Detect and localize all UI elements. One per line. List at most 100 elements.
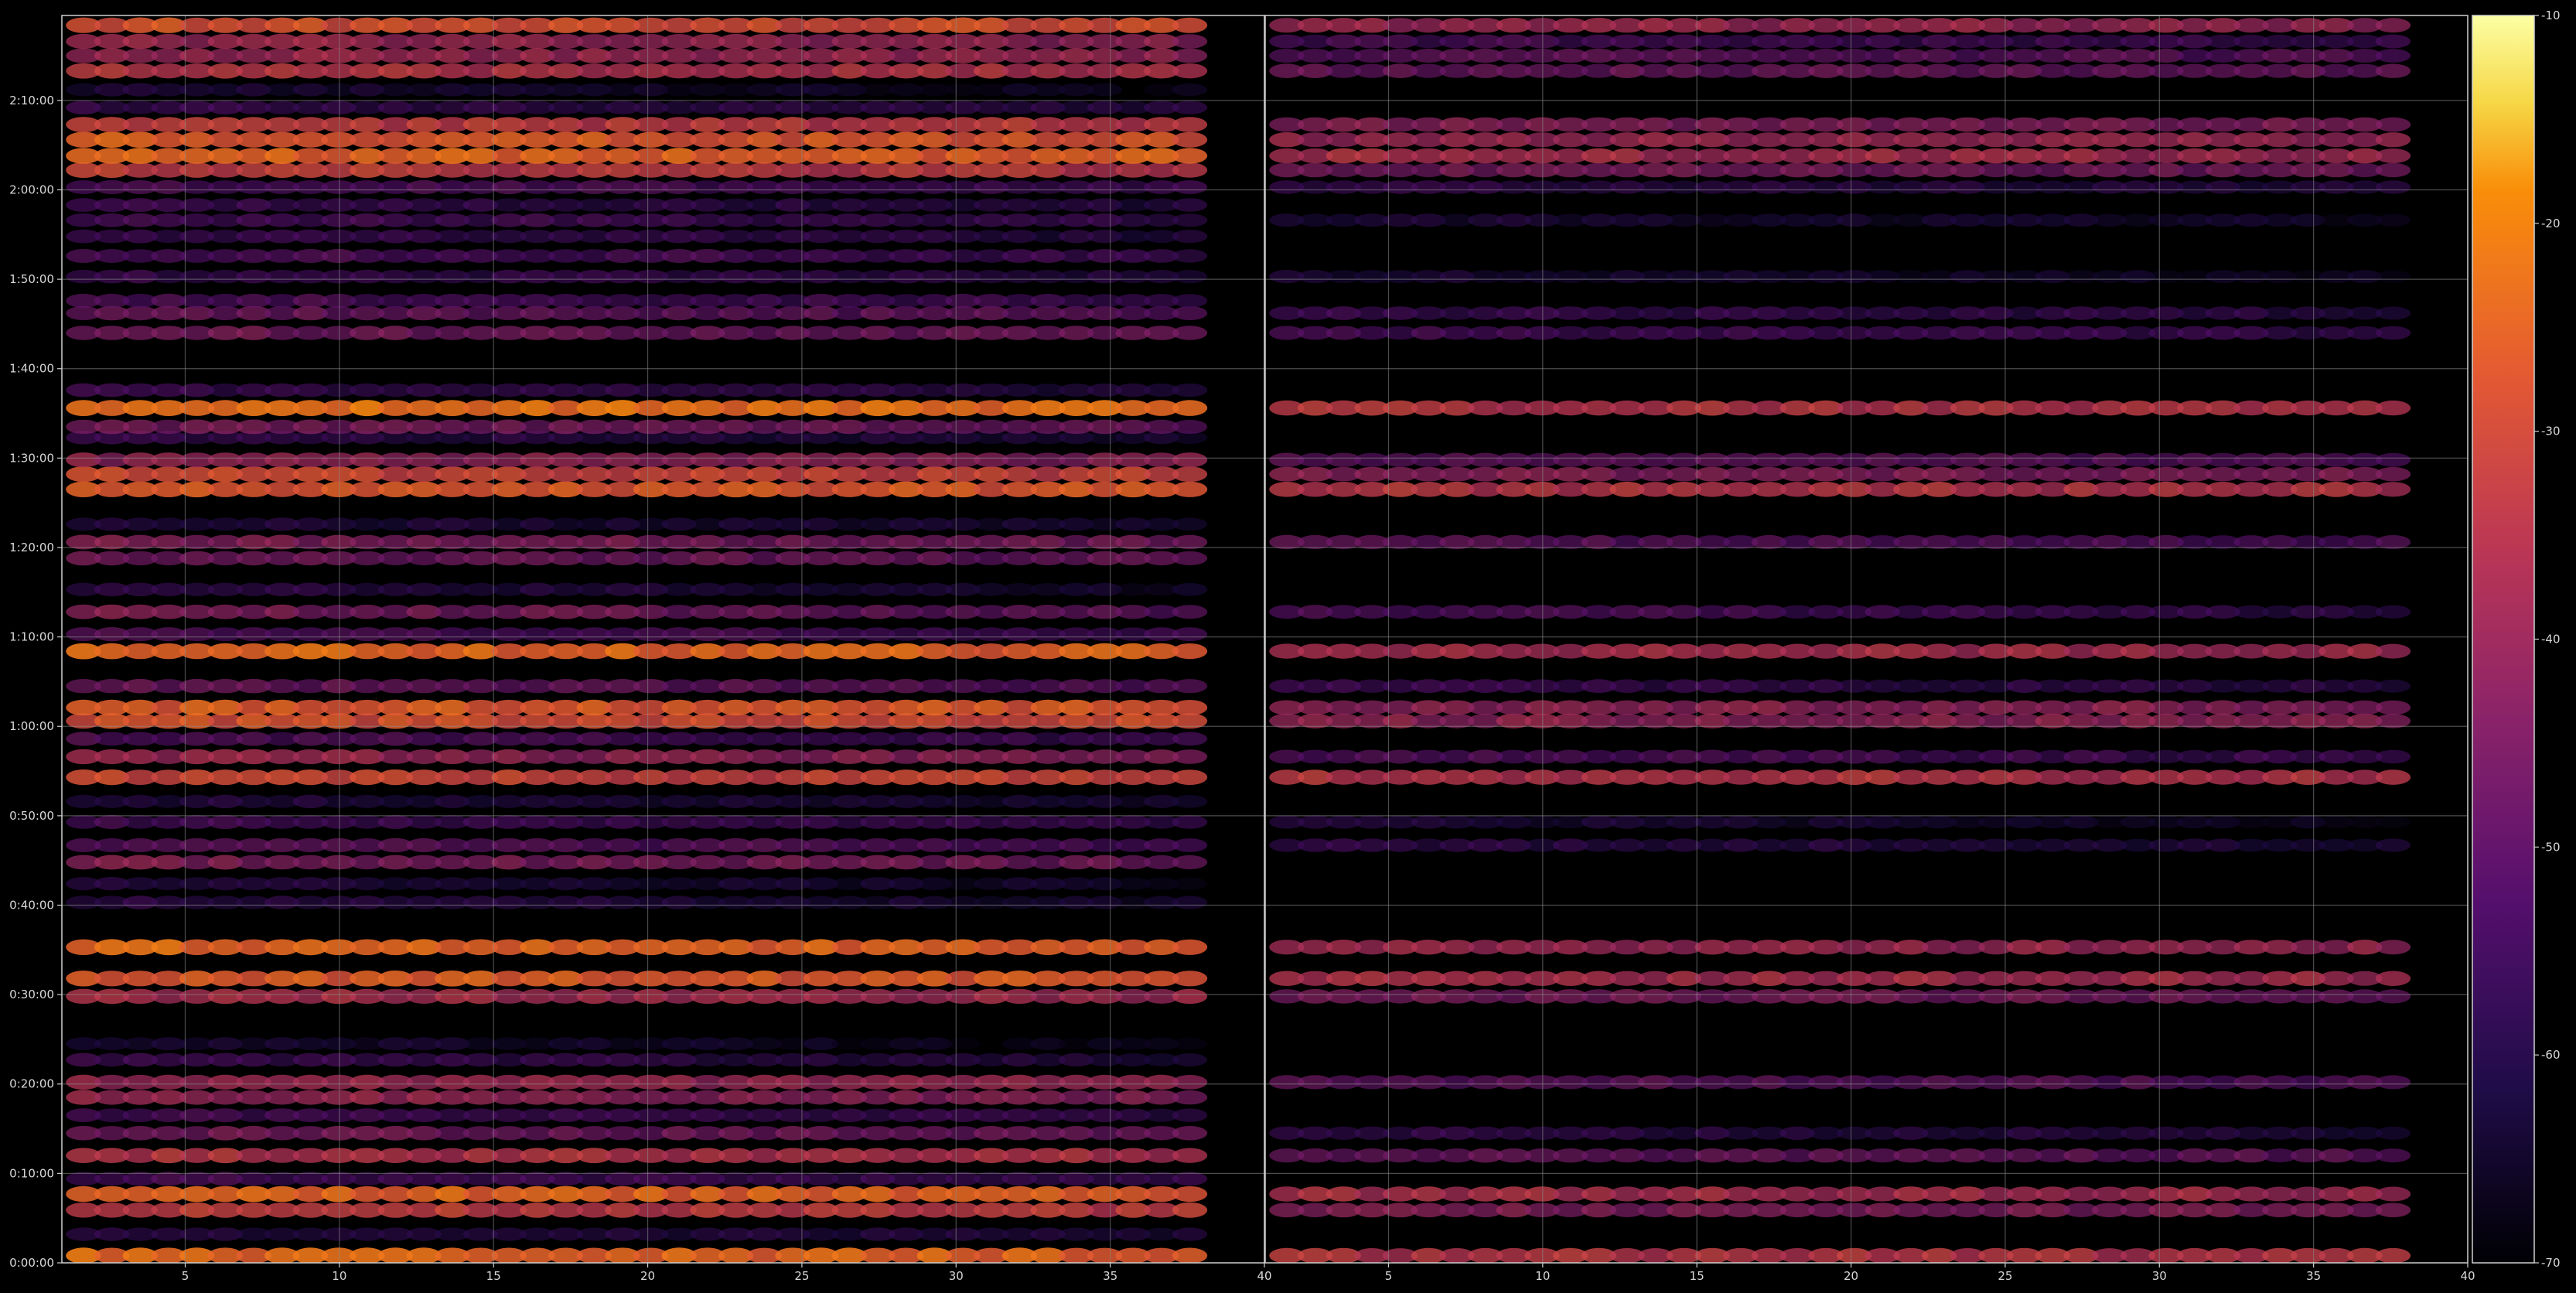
heat-cell xyxy=(1172,326,1208,340)
heat-cell xyxy=(1087,83,1123,97)
heat-cell xyxy=(1172,400,1208,416)
y-tick-label: 1:30:00 xyxy=(9,451,54,465)
heat-cell xyxy=(2375,49,2411,63)
heat-cell xyxy=(1172,1053,1208,1066)
heat-cell xyxy=(1172,627,1208,641)
x-tick-label: 40 xyxy=(2460,1269,2475,1283)
heat-cell xyxy=(2375,117,2411,132)
heat-cell xyxy=(1172,732,1208,746)
x-tick-label: 15 xyxy=(1690,1269,1704,1283)
heat-cell xyxy=(1172,83,1208,97)
colorbar-tick-label: -60 xyxy=(2541,1048,2561,1062)
heat-cell xyxy=(1172,1172,1208,1186)
heat-cell xyxy=(1172,855,1208,870)
x-tick-label: 35 xyxy=(2306,1269,2321,1283)
left-panel xyxy=(61,15,1265,1264)
heat-cell xyxy=(2375,452,2411,467)
heat-cell xyxy=(1172,896,1208,909)
heat-cell xyxy=(1172,101,1208,114)
heat-cell xyxy=(1172,48,1208,63)
heat-cell xyxy=(1172,131,1208,148)
heat-cell xyxy=(2375,482,2411,497)
y-tick-label: 2:10:00 xyxy=(9,94,54,107)
y-tick-label: 1:10:00 xyxy=(9,630,54,644)
y-tick-label: 0:50:00 xyxy=(9,809,54,823)
x-tick-label: 10 xyxy=(332,1269,346,1283)
heat-cell xyxy=(1172,769,1208,785)
y-tick-label: 2:00:00 xyxy=(9,183,54,196)
heat-cell xyxy=(1172,148,1208,164)
y-tick-label: 1:50:00 xyxy=(9,272,54,286)
x-tick-label: 5 xyxy=(182,1269,189,1283)
heat-cell xyxy=(1172,1186,1208,1203)
colorbar-tick-label: -40 xyxy=(2541,633,2561,646)
heat-cell xyxy=(2375,306,2411,320)
heat-cell xyxy=(2375,749,2411,764)
heat-cell xyxy=(1172,988,1208,1005)
heat-cell xyxy=(2375,769,2411,785)
heat-cell xyxy=(2375,940,2411,955)
heat-cell xyxy=(2375,270,2411,283)
heat-cell xyxy=(1172,249,1208,263)
x-tick-label: 35 xyxy=(1103,1269,1117,1283)
x-tick-label: 15 xyxy=(486,1269,501,1283)
heat-cell xyxy=(2375,815,2411,829)
heat-cell xyxy=(2375,1247,2411,1263)
heat-cell xyxy=(1172,971,1208,987)
heat-cell xyxy=(945,1037,981,1050)
heat-cell xyxy=(1172,213,1208,227)
heat-cell xyxy=(1172,1148,1208,1163)
y-tick-label: 0:30:00 xyxy=(9,988,54,1001)
heat-cell xyxy=(2375,400,2411,416)
heat-cell xyxy=(2375,63,2411,78)
heat-cell xyxy=(2375,148,2411,163)
heat-cell xyxy=(1172,1126,1208,1141)
y-axis-tick-labels: 0:00:00 0:10:00 0:20:00 0:30:00 0:40:00 0:50:… xyxy=(9,94,62,1270)
heat-cell xyxy=(1172,63,1208,79)
x-tick-label: 20 xyxy=(1844,1269,1858,1283)
heat-cell xyxy=(1172,306,1208,320)
colorbar-tick-label: -10 xyxy=(2541,9,2561,22)
heat-cell xyxy=(2375,1075,2411,1090)
heat-cell xyxy=(2375,838,2411,852)
heat-cell xyxy=(2375,679,2411,693)
heat-cell xyxy=(1172,17,1208,33)
heat-cell xyxy=(1172,1075,1208,1090)
x-tick-label: 30 xyxy=(2152,1269,2167,1283)
heat-cell xyxy=(1172,1227,1208,1241)
heat-cell xyxy=(2375,1203,2411,1218)
heat-cell xyxy=(2375,132,2411,148)
colorbar-tick-label: -20 xyxy=(2541,217,2561,230)
heat-cell xyxy=(2375,1186,2411,1202)
heat-cell xyxy=(1172,198,1208,212)
heat-cell xyxy=(2375,989,2411,1004)
heat-cell xyxy=(1172,452,1208,468)
heat-cell xyxy=(1172,1247,1208,1263)
heat-cell xyxy=(1172,1108,1208,1122)
heat-cell xyxy=(1172,466,1208,483)
heat-cell xyxy=(2375,18,2411,33)
heat-cell xyxy=(1172,34,1208,49)
heat-cell xyxy=(2375,700,2411,715)
x-tick-label: 10 xyxy=(1535,1269,1550,1283)
x-tick-label: 40 xyxy=(1257,1269,1271,1283)
heat-cell xyxy=(2375,535,2411,549)
colorbar: -10 -20 -30 -40 -50 -60 -70 xyxy=(2472,9,2561,1270)
y-tick-label: 1:40:00 xyxy=(9,362,54,376)
heat-cell xyxy=(1172,605,1208,619)
heat-cell xyxy=(1172,481,1208,497)
heat-cell xyxy=(2375,971,2411,987)
right-plot-area xyxy=(1265,15,2468,1263)
heat-cell xyxy=(1172,117,1208,132)
heat-cell xyxy=(2375,326,2411,340)
x-tick-label: 5 xyxy=(1385,1269,1393,1283)
heat-cell xyxy=(1172,180,1208,194)
x-tick-label: 30 xyxy=(949,1269,964,1283)
heat-cell xyxy=(2375,605,2411,619)
heat-cell xyxy=(1172,419,1208,434)
y-tick-label: 0:10:00 xyxy=(9,1166,54,1180)
y-tick-label: 0:00:00 xyxy=(9,1256,54,1270)
heat-cell xyxy=(1172,1090,1208,1105)
y-tick-label: 0:40:00 xyxy=(9,898,54,912)
heat-cell xyxy=(1172,162,1208,178)
